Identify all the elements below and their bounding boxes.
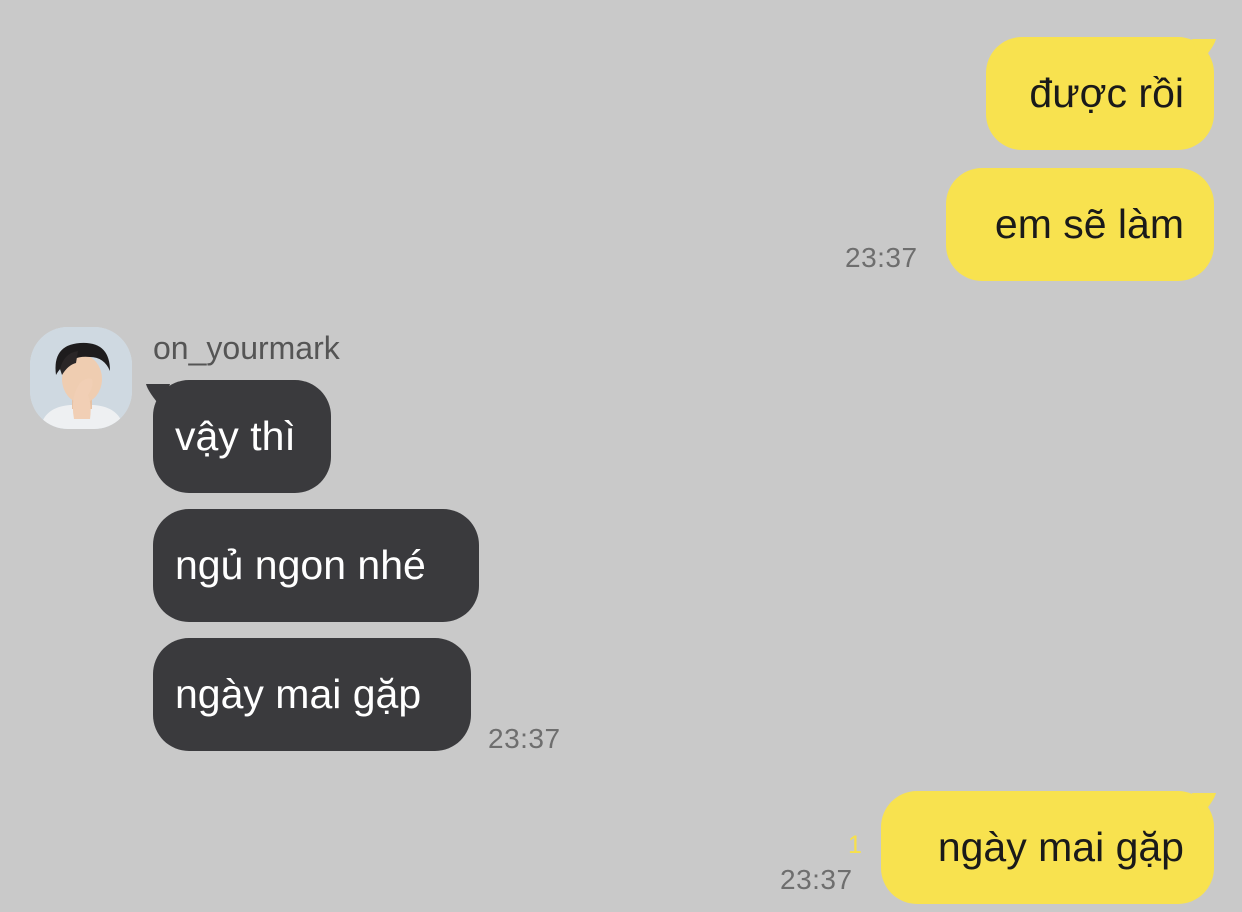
message-timestamp: 23:37: [488, 723, 561, 754]
message-text: ngày mai gặp: [937, 824, 1184, 870]
message-text: ngủ ngon nhé: [175, 542, 426, 588]
outgoing-bubble-tail: [1192, 39, 1216, 63]
sender-name: on_yourmark: [153, 330, 340, 366]
message-text: được rồi: [1029, 70, 1184, 116]
incoming-message-bubble[interactable]: vậy thì: [153, 380, 331, 493]
incoming-message-bubble[interactable]: ngủ ngon nhé: [153, 509, 479, 622]
unread-count-badge: 1: [848, 831, 862, 859]
outgoing-message-bubble[interactable]: em sẽ làm: [946, 168, 1214, 281]
message-timestamp: 23:37: [780, 864, 853, 895]
outgoing-bubble-tail: [1192, 793, 1216, 817]
outgoing-message-bubble[interactable]: được rồi: [986, 37, 1214, 150]
avatar-photo: [30, 327, 132, 429]
message-text: vậy thì: [175, 413, 296, 459]
message-text: em sẽ làm: [994, 201, 1184, 247]
message-timestamp: 23:37: [845, 242, 918, 273]
sender-avatar[interactable]: [30, 327, 132, 429]
incoming-message-bubble[interactable]: ngày mai gặp: [153, 638, 471, 751]
outgoing-message-bubble[interactable]: ngày mai gặp: [881, 791, 1214, 904]
message-text: ngày mai gặp: [175, 671, 422, 717]
